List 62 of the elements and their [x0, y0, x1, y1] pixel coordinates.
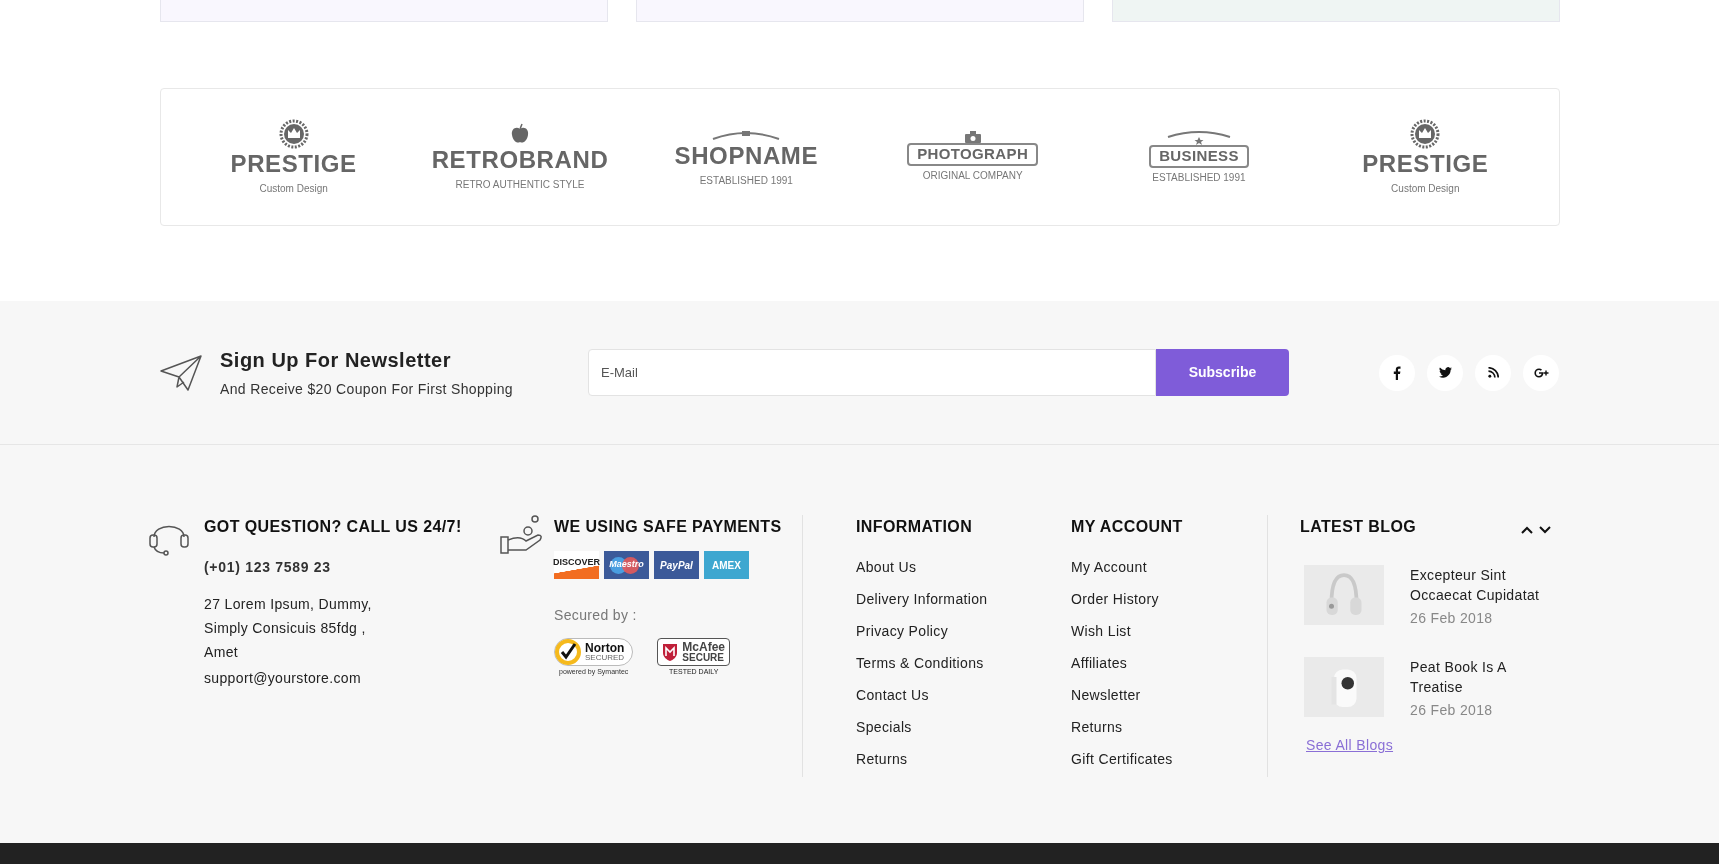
email-field[interactable]: E-Mail	[588, 349, 1156, 396]
brand-logo-name: SHOPNAME	[674, 140, 819, 171]
paper-plane-icon	[160, 354, 202, 391]
rss-button[interactable]	[1475, 354, 1511, 391]
footer-link[interactable]: Contact Us	[856, 686, 1071, 705]
footer-link[interactable]: Wish List	[1071, 622, 1267, 641]
column-heading: INFORMATION	[856, 517, 974, 537]
google-plus-button[interactable]	[1523, 354, 1559, 391]
google-plus-icon	[1533, 367, 1549, 378]
twitter-icon	[1438, 367, 1452, 378]
discover-card-logo: DISCOVER	[554, 551, 599, 579]
brand-logo-name: PRESTIGE	[230, 148, 357, 179]
brand-logo-name: BUSINESS	[1149, 145, 1249, 168]
apple-icon	[509, 122, 531, 145]
brand-logo-name: PRESTIGE	[1362, 148, 1489, 179]
brand-logo-name: RETROBRAND	[431, 144, 609, 175]
phone-number: (+01) 123 7589 23	[204, 558, 332, 577]
twitter-button[interactable]	[1427, 354, 1463, 391]
footer-link[interactable]: My Account	[1071, 558, 1267, 577]
newsletter-title: Sign Up For Newsletter	[220, 348, 453, 373]
footer-link[interactable]: Returns	[1071, 718, 1267, 737]
blog-post-title[interactable]: Excepteur Sint Occaecat Cupidatat	[1410, 565, 1560, 605]
footer-link[interactable]: Specials	[856, 718, 1071, 737]
brand-logo-tagline: ESTABLISHED 1991	[699, 173, 793, 188]
brand-logo-tagline: RETRO AUTHENTIC STYLE	[455, 177, 585, 192]
crown-emblem-icon	[1410, 118, 1441, 149]
subscribe-button[interactable]: Subscribe	[1156, 349, 1289, 396]
column-heading: MY ACCOUNT	[1071, 517, 1184, 537]
footer-link[interactable]: About Us	[856, 558, 1071, 577]
hand-coins-icon	[500, 515, 544, 557]
blog-post-date: 26 Feb 2018	[1410, 701, 1494, 720]
footer-link[interactable]: Affiliates	[1071, 654, 1267, 673]
blog-post-date: 26 Feb 2018	[1410, 609, 1494, 628]
brand-logo-tagline: Custom Design	[259, 181, 328, 196]
footer-link[interactable]: Privacy Policy	[856, 622, 1071, 641]
brand-logo-name: PHOTOGRAPH	[907, 143, 1039, 166]
camera-icon	[963, 131, 982, 144]
brand-logo-tagline: ESTABLISHED 1991	[1152, 170, 1246, 185]
newsletter-subtitle: And Receive $20 Coupon For First Shopping	[220, 380, 514, 399]
brand-logo-tagline: Custom Design	[1391, 181, 1460, 196]
payments-heading: WE USING SAFE PAYMENTS	[554, 517, 782, 537]
brand-logo-tagline: ORIGINAL COMPANY	[922, 168, 1023, 183]
footer-link[interactable]: Returns	[856, 750, 1071, 769]
chevron-down-icon[interactable]	[1538, 525, 1552, 535]
chevron-up-icon[interactable]	[1520, 525, 1534, 535]
facebook-icon	[1393, 365, 1401, 380]
footer-link[interactable]: Newsletter	[1071, 686, 1267, 705]
contact-heading: GOT QUESTION? CALL US 24/7!	[204, 517, 462, 537]
footer-link[interactable]: Terms & Conditions	[856, 654, 1071, 673]
footer-link[interactable]: Order History	[1071, 590, 1267, 609]
paypal-card-logo: PayPal	[654, 551, 699, 579]
rss-icon	[1487, 367, 1499, 378]
blog-heading: LATEST BLOG	[1300, 517, 1417, 537]
email-address: support@yourstore.com	[204, 669, 362, 688]
see-all-blogs-link[interactable]: See All Blogs	[1306, 735, 1560, 756]
secured-by-label: Secured by :	[554, 606, 638, 625]
facebook-button[interactable]	[1379, 354, 1415, 391]
amex-card-logo: AMEX	[704, 551, 749, 579]
crown-emblem-icon	[278, 118, 309, 149]
blog-post-title[interactable]: Peat Book Is A Treatise	[1410, 657, 1560, 697]
footer-link[interactable]: Delivery Information	[856, 590, 1071, 609]
footer-link[interactable]: Gift Certificates	[1071, 750, 1267, 769]
